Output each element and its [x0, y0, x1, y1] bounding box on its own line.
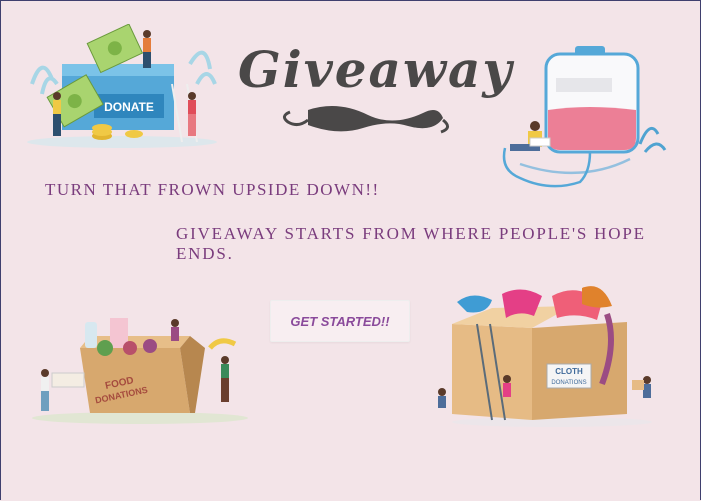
get-started-button[interactable]: GET STARTED!! — [270, 300, 410, 342]
giveaway-title: Giveaway — [238, 40, 514, 140]
subtitle: GIVEAWAY STARTS FROM WHERE PEOPLE'S HOPE… — [176, 224, 646, 263]
title-text: Giveaway — [238, 40, 514, 99]
tagline: TURN THAT FROWN UPSIDE DOWN!! — [45, 180, 380, 199]
cloth-box-label-2: DONATIONS — [551, 380, 586, 386]
donate-box-label: DONATE — [104, 100, 154, 114]
donate-illustration: DONATE — [27, 24, 217, 148]
blood-bag-illustration — [502, 46, 667, 188]
cloth-donations-illustration: CLOTH DONATIONS — [438, 286, 652, 427]
food-donations-illustration: FOOD DONATIONS — [32, 318, 248, 424]
cloth-box-label-1: CLOTH — [555, 367, 583, 376]
get-started-label: GET STARTED!! — [290, 313, 390, 329]
